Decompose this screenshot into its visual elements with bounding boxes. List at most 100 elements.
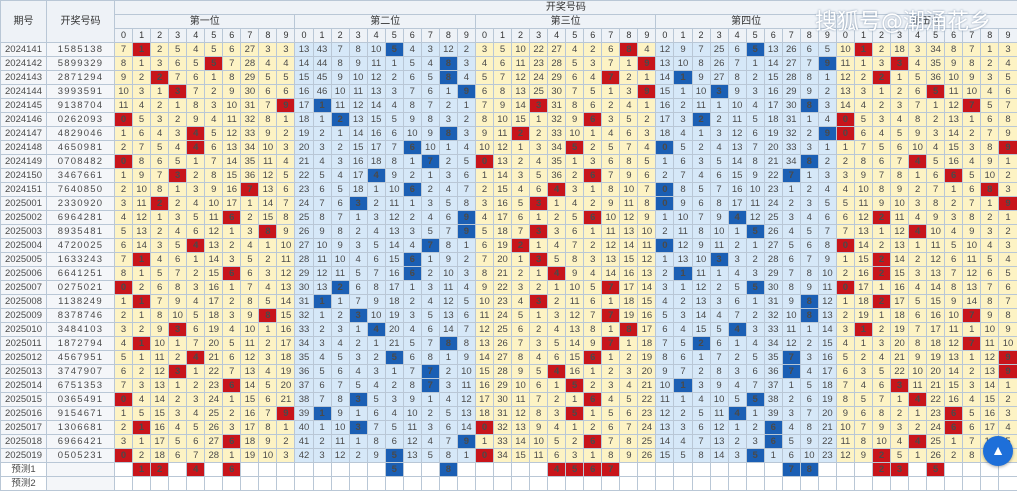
miss-cell: 17 bbox=[474, 392, 494, 407]
miss-cell: 9 bbox=[402, 112, 422, 127]
miss-cell: 8 bbox=[835, 392, 855, 407]
prediction-empty-cell bbox=[150, 476, 170, 491]
miss-cell: 2 bbox=[709, 280, 729, 295]
miss-cell: 2 bbox=[817, 154, 837, 169]
miss-cell: 5 bbox=[474, 70, 494, 85]
miss-cell: 3 bbox=[276, 448, 296, 463]
miss-cell: 1 bbox=[529, 112, 549, 127]
miss-cell: 31 bbox=[492, 406, 513, 421]
miss-cell: 1 bbox=[601, 84, 621, 99]
table-row: 2024151 7640850 2 10 8 1 3 9 16 7 13 6 23 6 5 18 1 10 6 2 4 7… bbox=[0, 182, 1017, 197]
miss-cell: 2 bbox=[258, 252, 278, 267]
miss-cell: 17 bbox=[637, 322, 657, 337]
miss-cell: 7 bbox=[817, 224, 837, 239]
miss-cell: 1 bbox=[222, 392, 242, 407]
prediction-empty-cell bbox=[962, 462, 982, 477]
miss-cell: 5 bbox=[619, 112, 639, 127]
miss-cell: 6 bbox=[113, 364, 134, 379]
arrow-up-icon: ▲ bbox=[991, 442, 1005, 458]
hit-cell: 3 bbox=[529, 98, 549, 113]
miss-cell: 5 bbox=[132, 112, 152, 127]
miss-cell: 8 bbox=[998, 112, 1017, 127]
header-digit: 9 bbox=[456, 28, 476, 43]
miss-cell: 2 bbox=[673, 406, 693, 421]
miss-cell: 6 bbox=[529, 182, 549, 197]
miss-cell: 17 bbox=[348, 168, 368, 183]
miss-cell: 4 bbox=[511, 294, 531, 309]
miss-cell: 2 bbox=[871, 98, 892, 113]
miss-cell: 5 bbox=[547, 434, 567, 449]
miss-cell: 11 bbox=[835, 56, 855, 71]
prediction-empty-cell bbox=[583, 476, 603, 491]
prediction-empty-cell bbox=[222, 476, 242, 491]
miss-cell: 20 bbox=[384, 322, 404, 337]
miss-cell: 10 bbox=[348, 70, 368, 85]
miss-cell: 7 bbox=[980, 126, 1000, 141]
table-row: 2025006 6641251 8 1 5 7 2 15 6 6 3 12 29 12 11 5 7 16 6 2 10… bbox=[0, 266, 1017, 281]
header-digit: 8 bbox=[258, 28, 278, 43]
miss-cell: 11 bbox=[944, 322, 964, 337]
miss-cell: 1 bbox=[186, 364, 206, 379]
miss-cell: 11 bbox=[727, 112, 747, 127]
miss-cell: 6 bbox=[186, 70, 206, 85]
miss-cell: 3 bbox=[908, 42, 928, 57]
miss-cell: 7 bbox=[908, 98, 928, 113]
miss-cell: 1 bbox=[871, 280, 892, 295]
prediction-empty-cell bbox=[168, 476, 188, 491]
miss-cell: 11 bbox=[781, 322, 801, 337]
miss-cell: 7 bbox=[998, 98, 1017, 113]
miss-cell: 6 bbox=[727, 294, 747, 309]
miss-cell: 6 bbox=[853, 126, 873, 141]
miss-cell: 5 bbox=[113, 224, 134, 239]
period-cell: 2024151 bbox=[0, 182, 47, 197]
miss-cell: 3 bbox=[691, 378, 711, 393]
miss-cell: 16 bbox=[276, 322, 296, 337]
miss-cell: 20 bbox=[763, 140, 783, 155]
miss-cell: 5 bbox=[438, 196, 458, 211]
miss-cell: 14 bbox=[853, 238, 873, 253]
miss-cell: 8 bbox=[330, 224, 350, 239]
miss-cell: 2 bbox=[583, 42, 603, 57]
header-digit: 2 bbox=[330, 28, 350, 43]
hit-cell: 2 bbox=[871, 266, 892, 281]
miss-cell: 22 bbox=[817, 434, 837, 449]
miss-cell: 16 bbox=[637, 308, 657, 323]
miss-cell: 3 bbox=[222, 252, 242, 267]
miss-cell: 10 bbox=[601, 210, 621, 225]
prediction-empty-cell bbox=[258, 476, 278, 491]
miss-cell: 10 bbox=[474, 140, 494, 155]
miss-cell: 36 bbox=[240, 168, 260, 183]
table-row: 2025013 3747907 6 2 12 3 1 22 7 13 4 19 36 5 6 4 3 1 7 7 2 10… bbox=[0, 364, 1017, 379]
miss-cell: 2 bbox=[384, 378, 404, 393]
miss-cell: 6 bbox=[276, 182, 296, 197]
scroll-top-button[interactable]: ▲ bbox=[983, 436, 1013, 466]
miss-cell: 3 bbox=[601, 378, 621, 393]
miss-cell: 2 bbox=[835, 308, 855, 323]
miss-cell: 6 bbox=[186, 434, 206, 449]
miss-cell: 19 bbox=[926, 350, 946, 365]
miss-cell: 5 bbox=[456, 294, 476, 309]
header-position-3: 第三位 bbox=[474, 14, 657, 29]
hit-cell: 9 bbox=[998, 140, 1017, 155]
miss-cell: 12 bbox=[944, 336, 964, 351]
miss-cell: 8 bbox=[240, 294, 260, 309]
miss-cell: 10 bbox=[366, 42, 386, 57]
miss-cell: 4 bbox=[871, 126, 892, 141]
miss-cell: 7 bbox=[980, 280, 1000, 295]
miss-cell: 25 bbox=[492, 322, 513, 337]
miss-cell: 4 bbox=[709, 140, 729, 155]
miss-cell: 3 bbox=[583, 154, 603, 169]
miss-cell: 30 bbox=[294, 280, 314, 295]
miss-cell: 30 bbox=[781, 98, 801, 113]
miss-cell: 36 bbox=[294, 364, 314, 379]
hit-cell: 5 bbox=[204, 56, 224, 71]
miss-cell: 7 bbox=[330, 42, 350, 57]
miss-cell: 3 bbox=[619, 84, 639, 99]
miss-cell: 1 bbox=[998, 210, 1017, 225]
miss-cell: 32 bbox=[547, 112, 567, 127]
prediction-numbers bbox=[46, 476, 115, 491]
miss-cell: 2 bbox=[529, 126, 549, 141]
miss-cell: 25 bbox=[294, 210, 314, 225]
miss-cell: 1 bbox=[709, 98, 729, 113]
miss-cell: 3 bbox=[150, 238, 170, 253]
